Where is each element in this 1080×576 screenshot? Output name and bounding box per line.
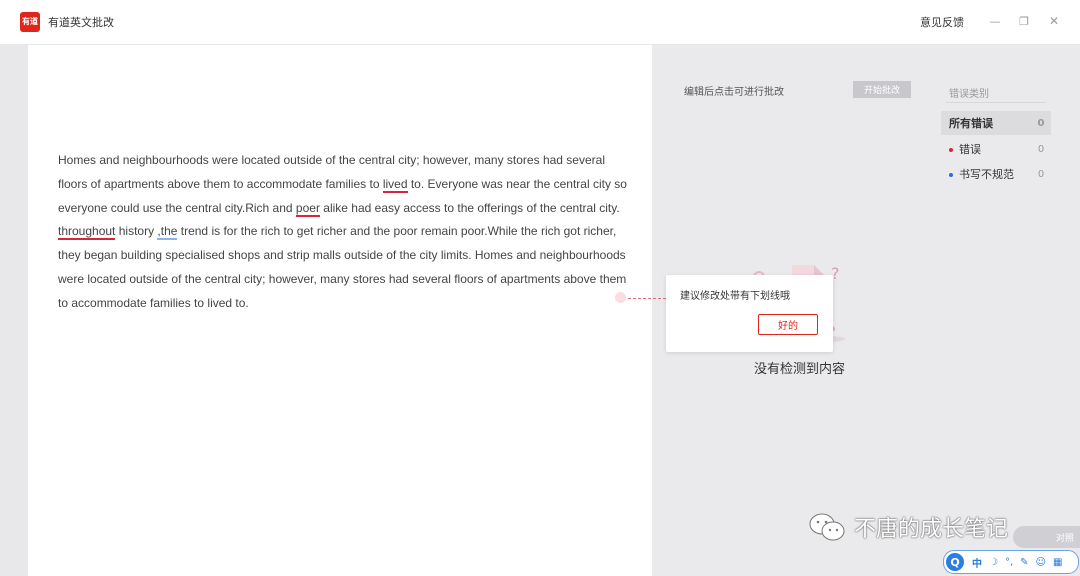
close-button[interactable]: ✕: [1043, 10, 1065, 32]
ok-button[interactable]: 好的: [758, 314, 818, 335]
sogou-logo-icon[interactable]: Q: [946, 553, 964, 571]
tip-popup: 建议修改处带有下划线哦 好的: [666, 275, 833, 352]
error-mark-poer[interactable]: poer: [295, 200, 320, 217]
feedback-link[interactable]: 意见反馈: [920, 14, 964, 30]
menu-grid-icon[interactable]: ▦: [1053, 557, 1062, 568]
tool-icon[interactable]: ✎: [1020, 557, 1028, 568]
essay-editor[interactable]: Homes and neighbourhoods were located ou…: [28, 45, 652, 576]
category-nonstandard[interactable]: 书写不规范 0: [941, 162, 1051, 186]
maximize-button[interactable]: ❐: [1013, 10, 1035, 32]
app-title: 有道英文批改: [48, 16, 114, 29]
error-mark-lived[interactable]: lived: [382, 176, 408, 193]
youdao-logo: 有道: [20, 12, 40, 32]
category-label: 错误: [959, 143, 981, 156]
blue-dot-icon: [949, 173, 953, 177]
left-gutter: [0, 45, 28, 576]
ime-chinese-mode[interactable]: 中: [972, 555, 982, 570]
essay-segment: alike had easy access to the offerings o…: [319, 200, 620, 215]
title-bar: 有道 有道英文批改 意见反馈 — ❐ ✕: [0, 0, 1080, 45]
compare-tab[interactable]: 对照: [1013, 526, 1080, 548]
emoji-icon[interactable]: ☺: [1036, 557, 1046, 568]
wechat-icon: [809, 513, 845, 541]
category-errors[interactable]: 错误 0: [941, 137, 1051, 161]
red-dot-icon: [949, 148, 953, 152]
ime-toolbar[interactable]: Q 中 ☽ °, ✎ ☺ ▦: [943, 550, 1079, 574]
edit-hint: 编辑后点击可进行批改: [684, 87, 784, 98]
start-correction-button[interactable]: 开始批改: [853, 81, 911, 98]
close-icon: ✕: [1048, 14, 1060, 28]
punctuation-icon[interactable]: °,: [1005, 557, 1013, 568]
essay-text[interactable]: Homes and neighbourhoods were located ou…: [58, 149, 628, 316]
minimize-icon: —: [989, 14, 1001, 28]
tooltip-anchor-dot: [615, 292, 626, 303]
category-title: 错误类别: [949, 89, 989, 100]
error-mark-throughout[interactable]: throughout: [58, 224, 116, 241]
category-count: 0: [1037, 168, 1045, 180]
watermark-text: 不唐的成长笔记: [854, 517, 1009, 542]
tooltip-connector: [628, 298, 666, 299]
style-mark-the[interactable]: ,the: [157, 224, 178, 241]
category-divider: [946, 102, 1046, 103]
category-label: 所有错误: [949, 117, 993, 130]
category-count: 0: [1037, 117, 1045, 129]
wechat-watermark: 不唐的成长笔记: [808, 511, 1008, 543]
moon-icon[interactable]: ☽: [989, 557, 998, 568]
restore-icon: ❐: [1019, 14, 1029, 28]
category-all-errors[interactable]: 所有错误 0: [941, 111, 1051, 135]
empty-state-text: 没有检测到内容: [754, 362, 846, 377]
tip-text: 建议修改处带有下划线哦: [680, 291, 790, 302]
category-count: 0: [1037, 143, 1045, 155]
category-label: 书写不规范: [959, 168, 1014, 181]
essay-segment: history: [115, 224, 158, 239]
minimize-button[interactable]: —: [984, 10, 1006, 32]
